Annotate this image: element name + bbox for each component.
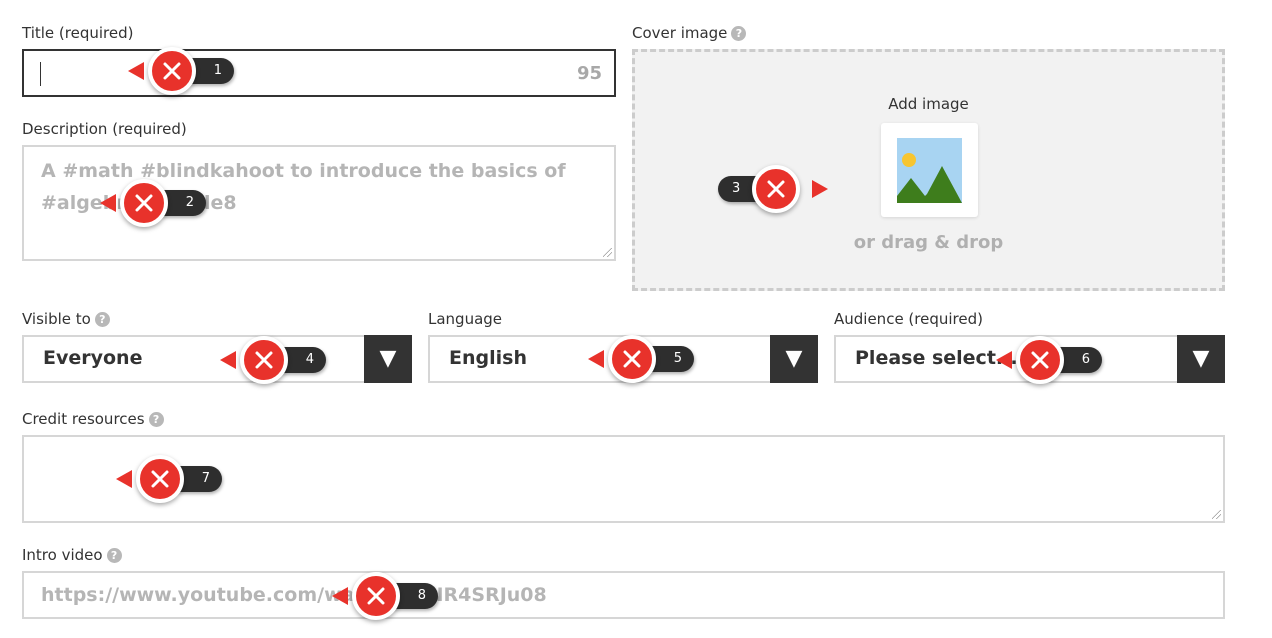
description-label: Description (required) bbox=[22, 120, 187, 138]
visible-to-select[interactable]: Everyone ▼ bbox=[22, 335, 412, 383]
visible-to-label: Visible to ? bbox=[22, 310, 110, 328]
intro-video-label: Intro video ? bbox=[22, 546, 122, 564]
help-icon[interactable]: ? bbox=[148, 411, 164, 427]
image-placeholder-icon bbox=[897, 138, 962, 203]
resize-handle[interactable] bbox=[603, 248, 612, 257]
intro-video-label-text: Intro video bbox=[22, 546, 103, 564]
visible-to-value: Everyone bbox=[43, 347, 143, 369]
marker-arrow bbox=[812, 180, 828, 198]
language-label: Language bbox=[428, 310, 502, 328]
description-label-text: Description (required) bbox=[22, 120, 187, 138]
cover-image-label: Cover image ? bbox=[632, 24, 747, 42]
error-marker-2[interactable]: 2 bbox=[100, 179, 210, 227]
error-marker-8[interactable]: 8 bbox=[332, 572, 442, 620]
audience-value: Please select... bbox=[855, 347, 1018, 369]
error-icon bbox=[752, 165, 800, 213]
chevron-down-icon[interactable]: ▼ bbox=[364, 335, 412, 383]
add-image-button[interactable] bbox=[881, 123, 978, 217]
error-icon bbox=[1016, 336, 1064, 384]
text-caret bbox=[40, 62, 41, 86]
error-icon bbox=[120, 179, 168, 227]
add-image-label: Add image bbox=[888, 95, 969, 113]
language-label-text: Language bbox=[428, 310, 503, 328]
error-marker-6[interactable]: 6 bbox=[996, 336, 1106, 384]
error-marker-1[interactable]: 1 bbox=[128, 47, 238, 95]
marker-arrow bbox=[116, 470, 132, 488]
error-icon bbox=[352, 572, 400, 620]
chevron-down-icon[interactable]: ▼ bbox=[770, 335, 818, 383]
error-icon bbox=[136, 455, 184, 503]
credit-resources-label-text: Credit resources bbox=[22, 410, 145, 428]
error-marker-5[interactable]: 5 bbox=[588, 335, 698, 383]
marker-arrow bbox=[588, 350, 604, 368]
help-icon[interactable]: ? bbox=[106, 547, 122, 563]
intro-video-placeholder: https://www.youtube.com/watch?v=NR4SRJu0… bbox=[41, 584, 547, 606]
drag-drop-label: or drag & drop bbox=[853, 232, 1004, 253]
title-label: Title (required) bbox=[22, 24, 133, 42]
error-marker-3[interactable]: 3 bbox=[718, 165, 828, 213]
error-marker-4[interactable]: 4 bbox=[220, 336, 330, 384]
error-icon bbox=[608, 335, 656, 383]
visible-to-label-text: Visible to bbox=[22, 310, 91, 328]
marker-arrow bbox=[332, 587, 348, 605]
cover-image-dropzone[interactable]: Add image or drag & drop bbox=[632, 49, 1225, 291]
cover-image-label-text: Cover image bbox=[632, 24, 728, 42]
resize-handle[interactable] bbox=[1212, 510, 1221, 519]
error-marker-7[interactable]: 7 bbox=[116, 455, 226, 503]
error-icon bbox=[240, 336, 288, 384]
credit-resources-label: Credit resources ? bbox=[22, 410, 164, 428]
marker-arrow bbox=[220, 351, 236, 369]
language-value: English bbox=[449, 347, 527, 369]
help-icon[interactable]: ? bbox=[94, 311, 110, 327]
title-label-text: Title (required) bbox=[22, 24, 134, 42]
intro-video-input[interactable]: https://www.youtube.com/watch?v=NR4SRJu0… bbox=[22, 571, 1225, 619]
error-icon bbox=[148, 47, 196, 95]
marker-arrow bbox=[996, 351, 1012, 369]
audience-label: Audience (required) bbox=[834, 310, 983, 328]
help-icon[interactable]: ? bbox=[731, 25, 747, 41]
audience-label-text: Audience (required) bbox=[834, 310, 983, 328]
description-placeholder-line1: A #math #blindkahoot to introduce the ba… bbox=[41, 160, 566, 182]
marker-arrow bbox=[100, 194, 116, 212]
chevron-down-icon[interactable]: ▼ bbox=[1177, 335, 1225, 383]
title-input[interactable]: 95 bbox=[22, 49, 616, 97]
title-char-counter: 95 bbox=[576, 63, 602, 84]
marker-arrow bbox=[128, 62, 144, 80]
